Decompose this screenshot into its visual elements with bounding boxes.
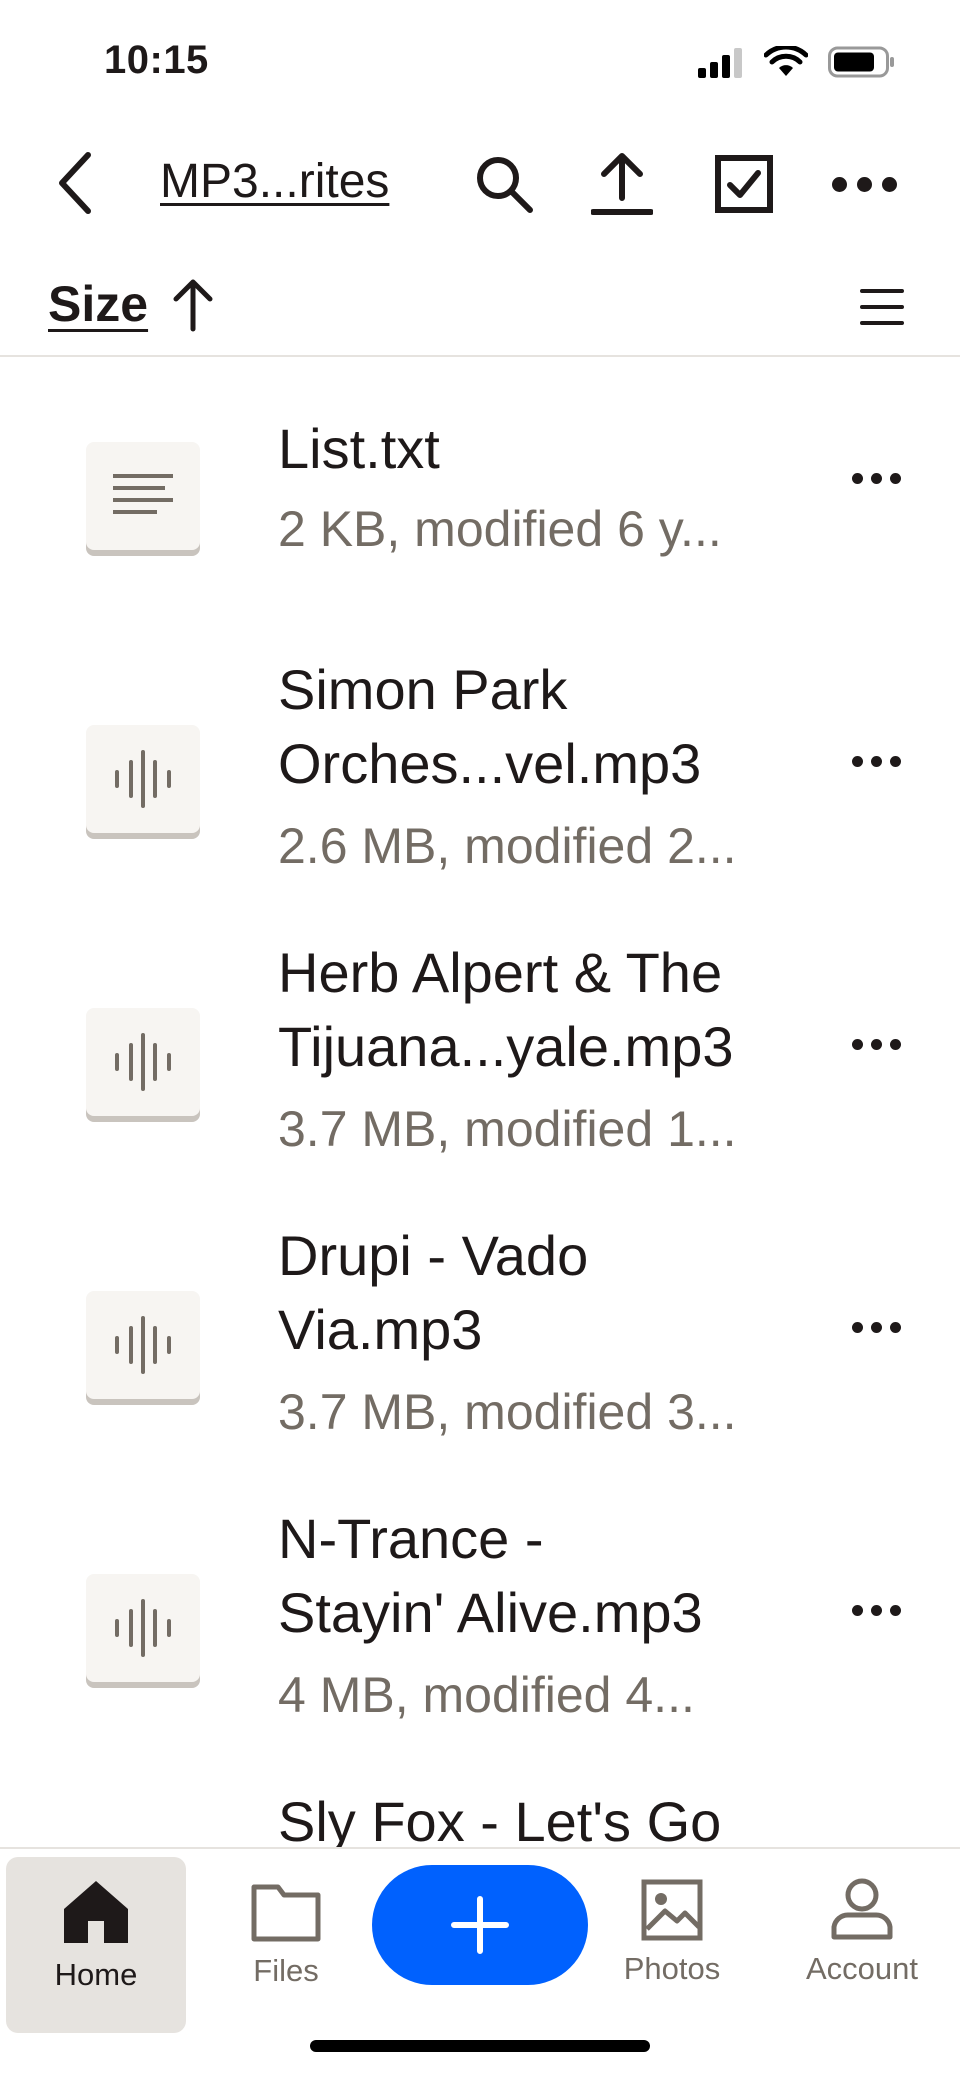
folder-icon bbox=[251, 1884, 321, 1942]
file-name: Sly Fox - Let's Go bbox=[278, 1790, 722, 1847]
tab-account[interactable]: Account bbox=[772, 1857, 952, 2033]
more-icon bbox=[831, 176, 897, 192]
list-view-button[interactable] bbox=[854, 279, 910, 335]
home-icon bbox=[64, 1881, 128, 1943]
more-icon bbox=[851, 755, 901, 767]
file-name: Drupi - Vado Via.mp3 bbox=[278, 1224, 589, 1361]
chevron-left-icon bbox=[59, 152, 91, 214]
file-row[interactable]: N-Trance - Stayin' Alive.mp3 4 MB, modif… bbox=[0, 1506, 960, 1786]
more-icon bbox=[851, 1321, 901, 1333]
status-time: 10:15 bbox=[104, 38, 209, 82]
more-icon bbox=[851, 472, 901, 484]
nav-bar: MP3...rites bbox=[0, 120, 960, 250]
plus-icon bbox=[451, 1896, 509, 1954]
wifi-icon bbox=[764, 46, 808, 76]
audio-waveform-icon bbox=[115, 1599, 171, 1657]
audio-file-thumbnail bbox=[86, 725, 200, 833]
home-indicator bbox=[310, 2040, 650, 2052]
file-meta: 2 KB, modified 6 y... bbox=[278, 501, 722, 557]
checkbox-icon bbox=[715, 155, 773, 213]
more-icon bbox=[851, 1038, 901, 1050]
file-more-button[interactable] bbox=[840, 442, 912, 514]
file-name: Herb Alpert & The Tijuana...yale.mp3 bbox=[278, 941, 734, 1078]
battery-icon bbox=[828, 46, 894, 78]
file-list: List.txt 2 KB, modified 6 y... Simon Par… bbox=[0, 357, 960, 1847]
more-icon bbox=[851, 1604, 901, 1616]
photo-icon bbox=[641, 1879, 703, 1941]
audio-waveform-icon bbox=[115, 1316, 171, 1374]
audio-waveform-icon bbox=[115, 750, 171, 808]
back-button[interactable] bbox=[46, 148, 106, 218]
person-icon bbox=[831, 1878, 893, 1940]
status-icons bbox=[696, 46, 896, 78]
tab-home[interactable]: Home bbox=[6, 1857, 186, 2033]
tab-files[interactable]: Files bbox=[196, 1857, 376, 2033]
file-row[interactable]: Simon Park Orches...vel.mp3 2.6 MB, modi… bbox=[0, 657, 960, 937]
file-row[interactable]: Sly Fox - Let's Go bbox=[0, 1789, 960, 1847]
list-icon bbox=[860, 289, 904, 325]
status-bar: 10:15 bbox=[0, 0, 960, 120]
sort-bar: Size bbox=[0, 255, 960, 357]
upload-icon bbox=[591, 153, 653, 215]
file-row[interactable]: Drupi - Vado Via.mp3 3.7 MB, modified 3.… bbox=[0, 1223, 960, 1503]
text-file-icon bbox=[113, 474, 173, 514]
sort-by-button[interactable]: Size bbox=[48, 275, 148, 333]
search-icon bbox=[477, 157, 533, 213]
file-name: N-Trance - Stayin' Alive.mp3 bbox=[278, 1507, 703, 1644]
file-meta: 4 MB, modified 4... bbox=[278, 1667, 695, 1723]
tab-label: Photos bbox=[623, 1951, 721, 1986]
file-more-button[interactable] bbox=[840, 1574, 912, 1646]
create-button[interactable] bbox=[372, 1865, 588, 1985]
tab-label: Files bbox=[253, 1953, 319, 1988]
file-name: List.txt bbox=[278, 417, 440, 480]
text-file-thumbnail bbox=[86, 442, 200, 550]
signal-icon bbox=[698, 48, 742, 78]
select-button[interactable] bbox=[708, 148, 780, 220]
tab-label: Home bbox=[54, 1957, 138, 1992]
audio-waveform-icon bbox=[115, 1033, 171, 1091]
file-name: Simon Park Orches...vel.mp3 bbox=[278, 658, 702, 795]
audio-file-thumbnail bbox=[86, 1008, 200, 1116]
file-row[interactable]: Herb Alpert & The Tijuana...yale.mp3 3.7… bbox=[0, 940, 960, 1220]
folder-title[interactable]: MP3...rites bbox=[160, 154, 389, 209]
tab-label: Account bbox=[805, 1951, 918, 1986]
more-options-button[interactable] bbox=[828, 148, 900, 220]
audio-file-thumbnail bbox=[86, 1291, 200, 1399]
arrow-up-icon[interactable] bbox=[170, 277, 216, 333]
file-more-button[interactable] bbox=[840, 1008, 912, 1080]
file-more-button[interactable] bbox=[840, 725, 912, 797]
file-meta: 2.6 MB, modified 2... bbox=[278, 818, 737, 874]
file-meta: 3.7 MB, modified 1... bbox=[278, 1101, 737, 1157]
file-meta: 3.7 MB, modified 3... bbox=[278, 1384, 737, 1440]
search-button[interactable] bbox=[468, 148, 540, 220]
file-more-button[interactable] bbox=[840, 1291, 912, 1363]
tab-photos[interactable]: Photos bbox=[582, 1857, 762, 2033]
audio-file-thumbnail bbox=[86, 1574, 200, 1682]
upload-button[interactable] bbox=[586, 148, 658, 220]
